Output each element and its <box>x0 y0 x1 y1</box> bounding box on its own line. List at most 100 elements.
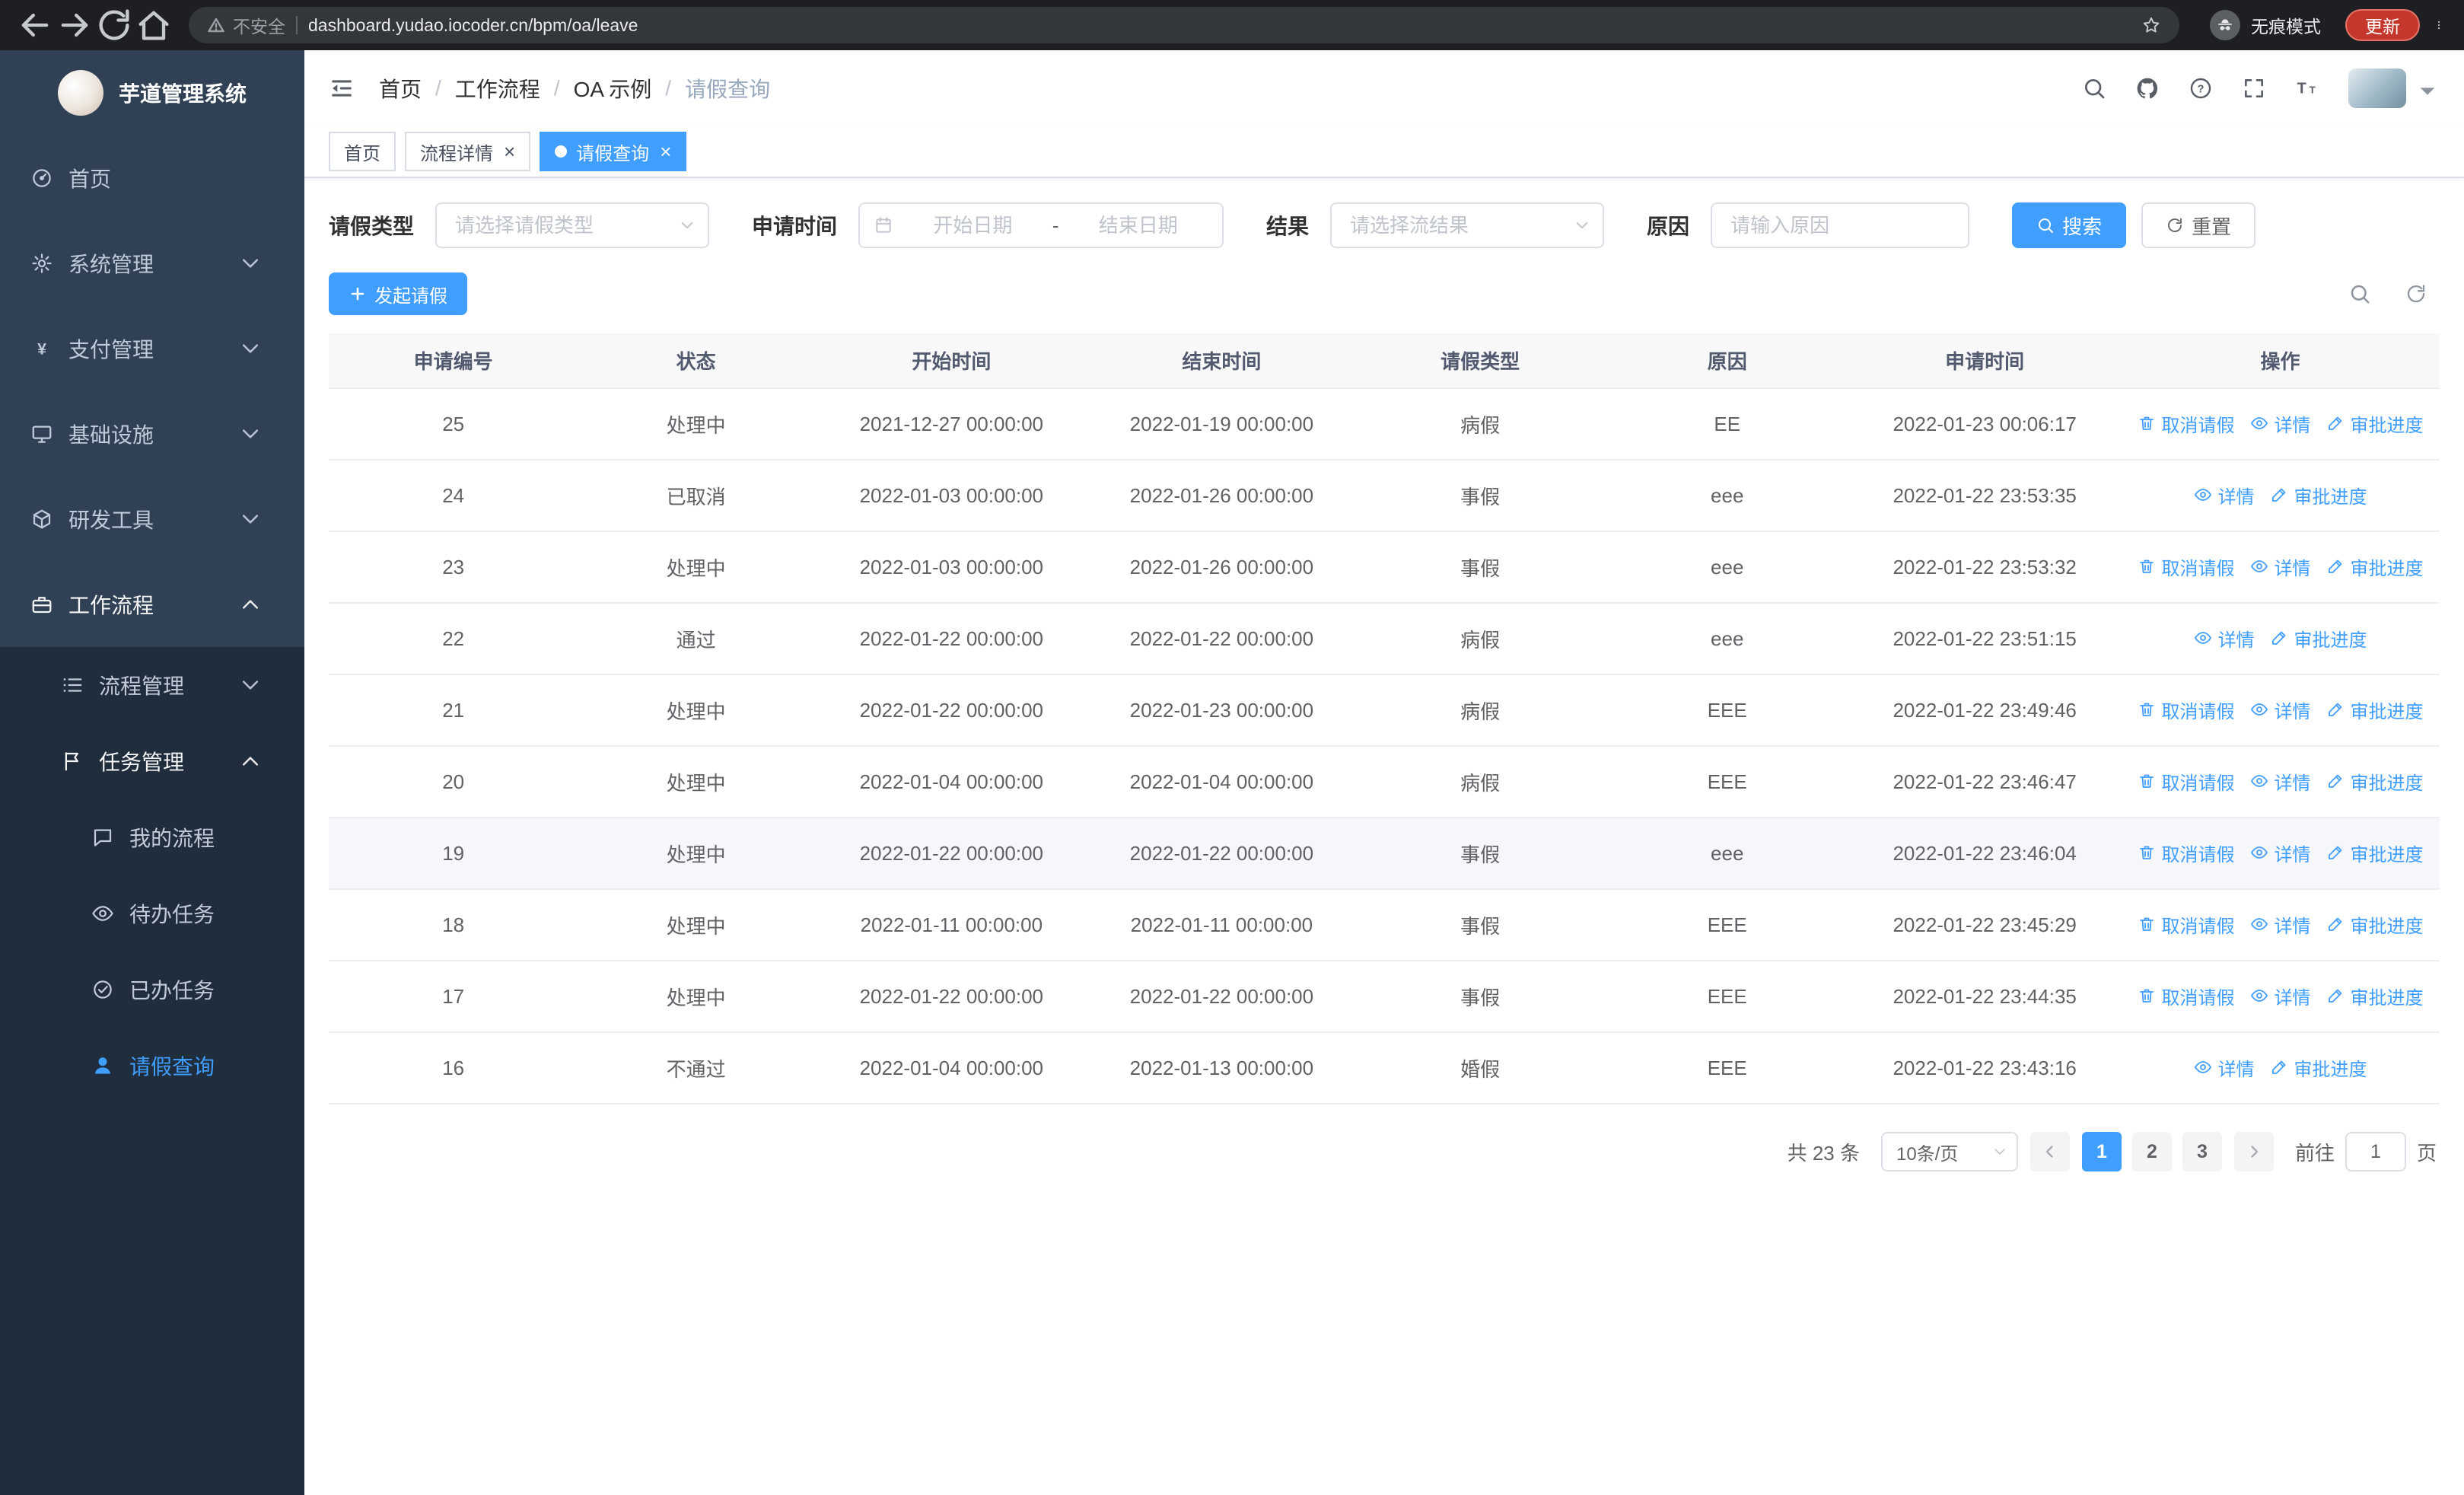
breadcrumb-item[interactable]: OA 示例 <box>574 73 652 104</box>
action-cancel-link[interactable]: 取消请假 <box>2138 553 2235 580</box>
bookmark-star-icon[interactable] <box>2141 15 2161 35</box>
sidebar-item-workflow[interactable]: 工作流程 <box>0 562 304 647</box>
action-cancel-link[interactable]: 取消请假 <box>2138 696 2235 723</box>
result-select[interactable] <box>1330 202 1605 248</box>
action-detail-link[interactable]: 详情 <box>2194 625 2255 652</box>
chevron-down-icon <box>239 252 262 275</box>
action-detail-link[interactable]: 详情 <box>2250 410 2311 437</box>
action-detail-link[interactable]: 详情 <box>2250 983 2311 1009</box>
reload-icon[interactable] <box>94 5 134 45</box>
cell-leave-type: 病假 <box>1355 746 1606 818</box>
action-cancel-link[interactable]: 取消请假 <box>2138 983 2235 1009</box>
avatar-caret-icon[interactable] <box>2415 79 2440 104</box>
forward-icon[interactable] <box>55 5 94 45</box>
action-progress-link[interactable]: 审批进度 <box>2326 840 2424 866</box>
help-icon[interactable]: ? <box>2189 76 2213 100</box>
action-progress-link[interactable]: 审批进度 <box>2326 983 2424 1009</box>
refresh-table-icon[interactable] <box>2405 282 2427 305</box>
action-detail-link[interactable]: 详情 <box>2250 840 2311 866</box>
cell-status: 处理中 <box>578 889 815 961</box>
browser-menu-icon[interactable] <box>2429 15 2449 35</box>
sidebar-item-label: 已办任务 <box>129 979 215 1003</box>
sidebar-item-infrastructure[interactable]: 基础设施 <box>0 391 304 477</box>
action-progress-link[interactable]: 审批进度 <box>2326 696 2424 723</box>
cell-status: 处理中 <box>578 388 815 461</box>
github-icon[interactable] <box>2135 76 2160 100</box>
action-detail-link[interactable]: 详情 <box>2250 768 2311 795</box>
security-indicator[interactable]: 不安全 <box>207 12 285 38</box>
prev-page-button[interactable] <box>2029 1132 2070 1171</box>
result-input[interactable] <box>1350 213 1564 237</box>
sidebar-item-todo-tasks[interactable]: 待办任务 <box>0 875 304 952</box>
page-number-2[interactable]: 2 <box>2131 1132 2172 1171</box>
action-detail-link[interactable]: 详情 <box>2250 696 2311 723</box>
tab-leave-query[interactable]: 请假查询 × <box>540 132 687 171</box>
svg-text:¥: ¥ <box>37 340 46 359</box>
action-detail-link[interactable]: 详情 <box>2250 911 2311 938</box>
sidebar-item-my-process[interactable]: 我的流程 <box>0 799 304 875</box>
sidebar-item-home[interactable]: 首页 <box>0 135 304 221</box>
reason-field[interactable] <box>1711 202 1970 248</box>
table-row: 21 处理中 2022-01-22 00:00:00 2022-01-23 00:00… <box>329 674 2440 747</box>
back-icon[interactable] <box>15 5 55 45</box>
sidebar-item-leave-query[interactable]: 请假查询 <box>0 1028 304 1104</box>
action-progress-link[interactable]: 审批进度 <box>2326 768 2424 795</box>
goto-unit: 页 <box>2416 1141 2437 1165</box>
tab-process-detail[interactable]: 流程详情 × <box>405 132 531 171</box>
next-page-button[interactable] <box>2233 1132 2274 1171</box>
breadcrumb-item[interactable]: 工作流程 <box>455 73 540 104</box>
cell-actions: 取消请假 详情 审批进度 <box>2121 961 2440 1033</box>
toggle-search-icon[interactable] <box>2348 282 2371 305</box>
update-button[interactable]: 更新 <box>2345 9 2420 41</box>
font-size-icon[interactable]: TT <box>2295 76 2319 100</box>
page-number-1[interactable]: 1 <box>2081 1132 2122 1171</box>
goto-page-input[interactable] <box>2345 1132 2406 1171</box>
close-icon[interactable]: × <box>660 142 671 161</box>
eye-icon <box>2250 700 2268 719</box>
action-detail-link[interactable]: 详情 <box>2194 1054 2255 1081</box>
avatar[interactable] <box>2348 69 2406 108</box>
action-progress-link[interactable]: 审批进度 <box>2270 1054 2367 1081</box>
page-size-select[interactable]: 10条/页 <box>1880 1132 2018 1171</box>
sidebar-item-system-mgmt[interactable]: 系统管理 <box>0 221 304 306</box>
sidebar-item-label: 待办任务 <box>129 903 215 926</box>
svg-text:T: T <box>2310 84 2316 96</box>
action-progress-link[interactable]: 审批进度 <box>2270 482 2367 508</box>
action-detail-link[interactable]: 详情 <box>2250 553 2311 580</box>
sidebar-item-dev-tools[interactable]: 研发工具 <box>0 477 304 562</box>
browser-home-icon[interactable] <box>134 5 173 45</box>
tab-home[interactable]: 首页 <box>329 132 396 171</box>
sidebar-toggle-icon[interactable] <box>329 75 355 101</box>
action-progress-link[interactable]: 审批进度 <box>2326 911 2424 938</box>
close-icon[interactable]: × <box>504 142 515 161</box>
date-range-picker[interactable]: - <box>858 202 1224 248</box>
leave-type-input[interactable] <box>455 213 669 237</box>
reset-button[interactable]: 重置 <box>2141 202 2256 248</box>
create-leave-button[interactable]: 发起请假 <box>329 273 467 315</box>
action-cancel-link[interactable]: 取消请假 <box>2138 768 2235 795</box>
action-progress-link[interactable]: 审批进度 <box>2326 410 2424 437</box>
breadcrumb-item[interactable]: 首页 <box>379 73 422 104</box>
cell-actions: 取消请假 详情 审批进度 <box>2121 674 2440 747</box>
logo-block[interactable]: 芋道管理系统 <box>0 50 304 135</box>
sidebar-item-process-mgmt[interactable]: 流程管理 <box>0 647 304 723</box>
start-date-input[interactable] <box>903 213 1043 237</box>
action-progress-link[interactable]: 审批进度 <box>2270 625 2367 652</box>
action-cancel-link[interactable]: 取消请假 <box>2138 911 2235 938</box>
end-date-input[interactable] <box>1068 213 1209 237</box>
fullscreen-icon[interactable] <box>2242 76 2266 100</box>
action-cancel-link[interactable]: 取消请假 <box>2138 840 2235 866</box>
sidebar-item-done-tasks[interactable]: 已办任务 <box>0 952 304 1028</box>
url-bar[interactable]: 不安全 dashboard.yudao.iocoder.cn/bpm/oa/le… <box>189 7 2179 43</box>
action-detail-link[interactable]: 详情 <box>2194 482 2255 508</box>
leave-type-select[interactable] <box>435 202 710 248</box>
sidebar-item-payment-mgmt[interactable]: ¥ 支付管理 <box>0 306 304 391</box>
action-cancel-link[interactable]: 取消请假 <box>2138 410 2235 437</box>
search-button[interactable]: 搜索 <box>2012 202 2127 248</box>
action-progress-link[interactable]: 审批进度 <box>2326 553 2424 580</box>
reason-input[interactable] <box>1730 213 1950 237</box>
search-icon[interactable] <box>2082 76 2106 100</box>
page-number-3[interactable]: 3 <box>2182 1132 2222 1171</box>
url-text[interactable]: dashboard.yudao.iocoder.cn/bpm/oa/leave <box>308 15 638 36</box>
sidebar-item-task-mgmt[interactable]: 任务管理 <box>0 723 304 799</box>
